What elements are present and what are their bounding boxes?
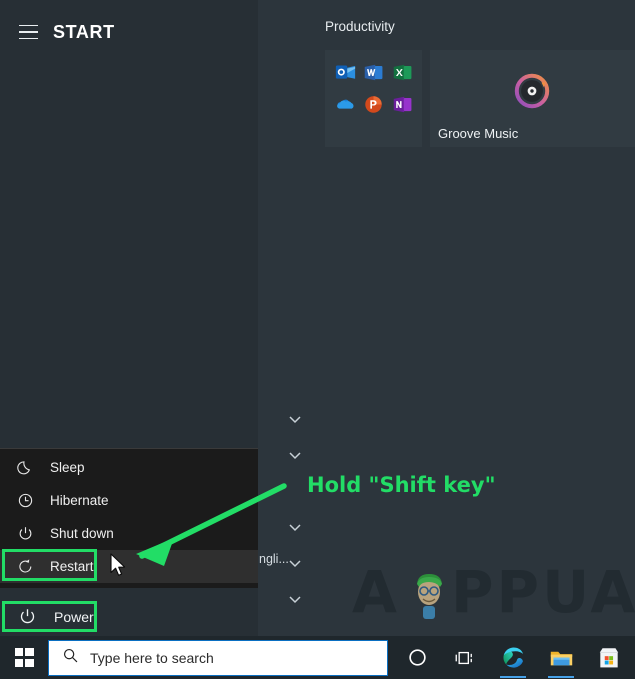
groove-music-icon (514, 73, 550, 109)
onedrive-icon (336, 99, 354, 109)
microsoft-store-icon (599, 647, 619, 667)
start-menu-title: START (53, 21, 115, 42)
power-menu-item-sleep[interactable]: Sleep (0, 451, 258, 484)
app-list-chevron-2[interactable] (287, 449, 303, 461)
windows-logo-icon (14, 648, 34, 667)
power-menu-label-restart: Restart (50, 559, 94, 574)
hamburger-menu-icon[interactable] (11, 19, 45, 45)
windows-10-desktop-screenshot: A..PPUALS wsxdn.com START Productivity (0, 0, 635, 679)
power-menu-label-hibernate: Hibernate (50, 493, 109, 508)
appuals-mascot-icon (417, 574, 442, 619)
app-list-chevron-5[interactable] (287, 593, 303, 605)
task-view-icon (455, 651, 472, 664)
power-icon (16, 606, 38, 628)
moon-icon (14, 457, 36, 479)
restart-icon (14, 556, 36, 578)
outlook-icon (335, 65, 355, 79)
groove-music-tile-label: Groove Music (438, 126, 519, 141)
callout-text: Hold "Shift key" (307, 473, 496, 497)
cortana-button[interactable] (393, 636, 441, 679)
start-menu-header: START (0, 12, 258, 52)
office-folder-tile[interactable] (325, 50, 422, 147)
appuals-watermark: A..PPUALS (352, 563, 635, 621)
power-menu-item-hibernate[interactable]: Hibernate (0, 484, 258, 517)
clock-icon (14, 490, 36, 512)
office-folder-icon-grid (333, 58, 415, 118)
cortana-icon (408, 649, 426, 666)
file-explorer-button[interactable] (537, 636, 585, 679)
excel-icon (393, 64, 412, 80)
word-icon (365, 64, 383, 80)
power-flyout-menu: Sleep Hibernate Shut down Restart (0, 448, 258, 588)
power-menu-item-restart[interactable]: Restart (0, 550, 258, 583)
power-menu-label-shutdown: Shut down (50, 526, 114, 541)
search-placeholder-text: Type here to search (90, 650, 214, 666)
appuals-watermark-text: PPUALS (451, 558, 635, 626)
file-explorer-icon (550, 651, 572, 665)
power-button[interactable]: Power (0, 598, 258, 635)
app-list-row-label: ngli... (259, 552, 289, 566)
app-list-chevron-3[interactable] (287, 521, 303, 533)
appuals-watermark-prefix: A (352, 558, 401, 626)
app-list-chevron-1[interactable] (287, 413, 303, 425)
onenote-icon (393, 96, 412, 112)
power-icon (14, 523, 36, 545)
task-view-button[interactable] (441, 636, 489, 679)
microsoft-store-button[interactable] (585, 636, 633, 679)
app-list-chevron-4[interactable] (287, 557, 303, 569)
start-button[interactable] (0, 636, 48, 679)
taskbar-icon-group (393, 636, 635, 679)
groove-music-tile[interactable]: Groove Music (430, 50, 635, 147)
edge-icon (502, 647, 523, 668)
edge-button[interactable] (489, 636, 537, 679)
power-menu-label-sleep: Sleep (50, 460, 85, 475)
power-menu-item-shutdown[interactable]: Shut down (0, 517, 258, 550)
search-icon (62, 647, 79, 669)
powerpoint-icon (365, 95, 383, 113)
tile-group-title: Productivity (325, 19, 395, 34)
search-input[interactable]: Type here to search (48, 640, 388, 676)
power-button-label: Power (54, 608, 94, 625)
